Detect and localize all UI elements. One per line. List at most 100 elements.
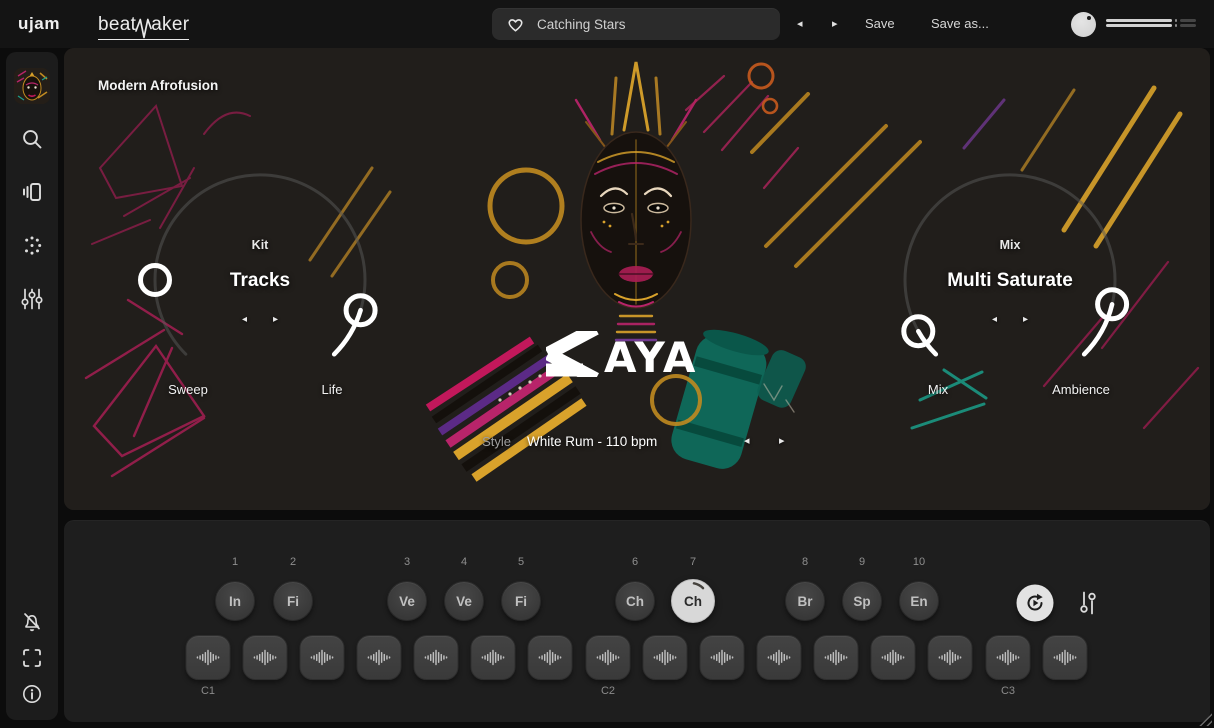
preset-selector[interactable]: Catching Stars [492, 8, 780, 40]
pad-label: Fi [287, 594, 299, 609]
section-pad-2[interactable]: 2Fi [273, 556, 313, 621]
search-button[interactable] [21, 128, 44, 151]
pad-label: Fi [515, 594, 527, 609]
output-level-meter [1106, 19, 1196, 27]
waveform-icon [763, 635, 796, 680]
save-button[interactable]: Save [865, 16, 895, 31]
kit-prev-button[interactable]: ◂ [242, 314, 247, 325]
waveform-icon [1049, 635, 1082, 680]
key-pad-14[interactable] [928, 635, 973, 680]
waveform-m-icon [135, 16, 152, 40]
preset-artwork-thumbnail[interactable] [14, 68, 50, 104]
section-pad-3[interactable]: 3Ve [387, 556, 427, 621]
previous-preset-button[interactable]: ◂ [797, 17, 803, 31]
section-pad-4[interactable]: 4Ve [444, 556, 484, 621]
octave-label-C1: C1 [201, 685, 215, 697]
section-pad-1[interactable]: 1In [215, 556, 255, 621]
next-preset-button[interactable]: ▸ [832, 17, 838, 31]
pad-circle[interactable]: Br [785, 581, 825, 621]
key-pad-8[interactable] [586, 635, 631, 680]
channel-mixer-button[interactable] [1077, 590, 1099, 616]
section-pad-10[interactable]: 10 En [899, 556, 939, 621]
pad-circle[interactable]: Fi [501, 581, 541, 621]
mix-prev-button[interactable]: ◂ [992, 314, 997, 325]
notifications-toggle[interactable] [21, 611, 44, 634]
instrument-button[interactable] [21, 181, 44, 204]
pad-circle[interactable]: En [899, 581, 939, 621]
pad-circle[interactable]: Ve [387, 581, 427, 621]
key-pad-15[interactable] [986, 635, 1031, 680]
key-pad-13[interactable] [871, 635, 916, 680]
key-pad-12[interactable] [814, 635, 859, 680]
key-pad-1[interactable] [186, 635, 231, 680]
knob-mix-label: Mix [928, 382, 948, 397]
pattern-button[interactable] [21, 235, 44, 258]
waveform-icon [992, 635, 1025, 680]
key-pad-16[interactable] [1043, 635, 1088, 680]
pad-number: 6 [632, 556, 638, 570]
mix-selector-label: Mix [1000, 238, 1021, 252]
beatmaker-window: ujam beataker Catching Stars ◂ ▸ Save Sa… [0, 0, 1214, 728]
waveform-icon [706, 635, 739, 680]
pad-label: Ve [456, 594, 472, 609]
beatmaker-logo: beataker [98, 10, 189, 40]
sidebar [6, 52, 58, 720]
pad-label: In [229, 594, 241, 609]
pad-label: Br [797, 594, 812, 609]
master-volume-knob[interactable] [1071, 12, 1096, 37]
main-panel: Modern Afrofusion Kit Tracks ◂ ▸ Mix Mul… [64, 48, 1210, 510]
key-pad-11[interactable] [757, 635, 802, 680]
ujam-logo: ujam [18, 14, 60, 34]
waveform-icon [192, 635, 225, 680]
pattern-dots-icon [21, 235, 44, 258]
section-pad-6[interactable]: 6 Ch [615, 556, 655, 621]
key-pad-4[interactable] [357, 635, 402, 680]
section-pad-5[interactable]: 5Fi [501, 556, 541, 621]
section-pad-9[interactable]: 9 Sp [842, 556, 882, 621]
style-next-button[interactable]: ▸ [779, 434, 785, 447]
key-pad-6[interactable] [471, 635, 516, 680]
key-pad-9[interactable] [643, 635, 688, 680]
mixer-button[interactable] [21, 287, 44, 311]
kit-next-button[interactable]: ▸ [273, 314, 278, 325]
kit-selector-value[interactable]: Tracks [230, 270, 290, 292]
info-icon [21, 683, 44, 706]
pad-circle[interactable]: Fi [273, 581, 313, 621]
pad-circle[interactable]: Ve [444, 581, 484, 621]
info-button[interactable] [21, 683, 44, 706]
pad-number: 10 [913, 556, 925, 570]
pad-circle[interactable]: Ch [671, 579, 715, 623]
style-value[interactable]: White Rum - 110 bpm [527, 434, 657, 449]
waveform-icon [477, 635, 510, 680]
loop-button[interactable] [1017, 585, 1054, 622]
save-as-button[interactable]: Save as... [931, 16, 989, 31]
style-prev-button[interactable]: ◂ [744, 434, 750, 447]
heart-outline-icon [506, 15, 525, 33]
pad-number: 8 [802, 556, 808, 570]
key-pad-5[interactable] [414, 635, 459, 680]
fullscreen-icon [21, 647, 43, 669]
fullscreen-button[interactable] [21, 647, 43, 669]
waveform-icon [877, 635, 910, 680]
kaya-logo-text: AYA [604, 333, 697, 377]
section-pad-7[interactable]: 7 Ch [671, 556, 715, 623]
mix-selector-value[interactable]: Multi Saturate [947, 270, 1073, 292]
key-pad-7[interactable] [528, 635, 573, 680]
pad-circle[interactable]: In [215, 581, 255, 621]
pad-number: 7 [690, 556, 696, 570]
product-logo-prefix: beat [98, 14, 136, 36]
pad-circle[interactable]: Sp [842, 581, 882, 621]
pad-label: Ve [399, 594, 415, 609]
waveform-icon [534, 635, 567, 680]
pad-number: 9 [859, 556, 865, 570]
preset-name: Catching Stars [537, 17, 626, 32]
pad-circle[interactable]: Ch [615, 581, 655, 621]
mixer-faders-icon [21, 287, 44, 311]
section-pad-8[interactable]: 8 Br [785, 556, 825, 621]
key-pad-3[interactable] [300, 635, 345, 680]
mix-next-button[interactable]: ▸ [1023, 314, 1028, 325]
key-pad-2[interactable] [243, 635, 288, 680]
channel-faders-icon [1077, 590, 1099, 616]
key-pad-10[interactable] [700, 635, 745, 680]
style-label: Style [482, 434, 511, 449]
